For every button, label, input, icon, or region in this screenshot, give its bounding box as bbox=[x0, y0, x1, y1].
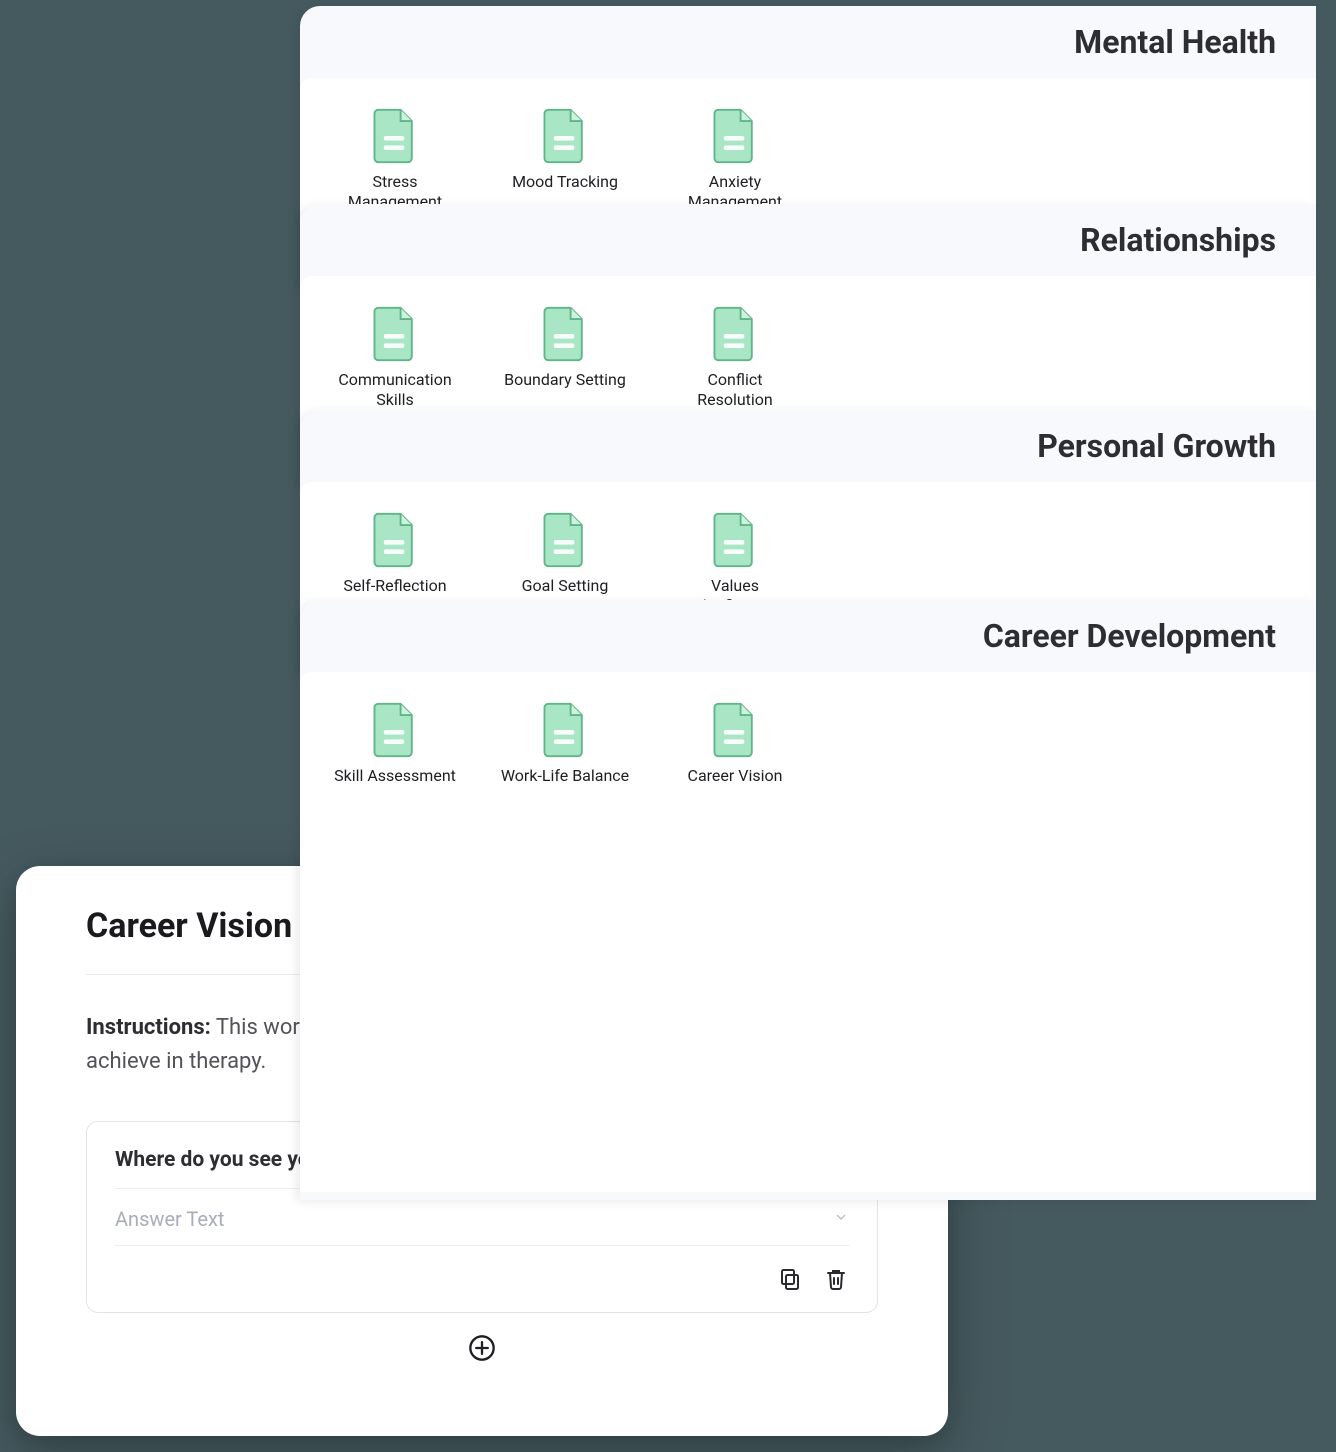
trash-icon bbox=[824, 1267, 848, 1291]
question-actions bbox=[115, 1246, 849, 1292]
file-item[interactable]: Work-Life Balance bbox=[500, 702, 630, 1162]
file-item[interactable]: Mood Tracking bbox=[500, 108, 630, 212]
category-tab[interactable]: Mental Health bbox=[994, 6, 1316, 78]
category-title: Career Development bbox=[983, 617, 1276, 655]
file-item[interactable]: Skill Assessment bbox=[330, 702, 460, 1162]
worksheet-file-icon bbox=[542, 306, 588, 362]
file-label: Boundary Setting bbox=[504, 370, 626, 390]
worksheet-file-icon bbox=[372, 108, 418, 164]
file-label: Skill Assessment bbox=[334, 766, 456, 786]
worksheet-file-icon bbox=[712, 306, 758, 362]
worksheet-file-icon bbox=[712, 108, 758, 164]
file-item[interactable]: Communication Skills bbox=[330, 306, 460, 410]
file-item[interactable]: Anxiety Management bbox=[670, 108, 800, 212]
file-label: Conflict Resolution bbox=[670, 370, 800, 410]
worksheet-file-icon bbox=[542, 702, 588, 758]
file-label: Goal Setting bbox=[522, 576, 609, 596]
instructions-label: Instructions: bbox=[86, 1015, 211, 1040]
worksheet-file-icon bbox=[372, 702, 418, 758]
file-item[interactable]: Boundary Setting bbox=[500, 306, 630, 410]
worksheet-file-icon bbox=[372, 512, 418, 568]
category-tab[interactable]: Personal Growth bbox=[957, 410, 1316, 482]
add-question-row bbox=[86, 1333, 878, 1363]
category-tab[interactable]: Relationships bbox=[1000, 204, 1316, 276]
file-item[interactable]: Stress Management bbox=[330, 108, 460, 212]
file-label: Self-Reflection bbox=[343, 576, 446, 596]
category-tab[interactable]: Career Development bbox=[903, 600, 1316, 672]
worksheet-file-icon bbox=[712, 512, 758, 568]
file-row: Skill Assessment Work-Life Balance Caree… bbox=[300, 672, 1316, 1192]
file-label: Work-Life Balance bbox=[501, 766, 629, 786]
file-label: Communication Skills bbox=[330, 370, 460, 410]
worksheet-file-icon bbox=[542, 108, 588, 164]
copy-icon bbox=[778, 1267, 802, 1291]
file-label: Career Vision bbox=[688, 766, 783, 786]
category-title: Mental Health bbox=[1074, 23, 1276, 61]
duplicate-button[interactable] bbox=[777, 1266, 803, 1292]
worksheet-file-icon bbox=[712, 702, 758, 758]
category-folder-career-development: Career Development Skill Assessment Work… bbox=[300, 600, 1316, 1200]
file-item[interactable]: Career Vision bbox=[670, 702, 800, 1162]
add-question-button[interactable] bbox=[467, 1333, 497, 1363]
worksheet-file-icon bbox=[372, 306, 418, 362]
category-title: Relationships bbox=[1080, 221, 1276, 259]
chevron-down-icon bbox=[833, 1209, 849, 1229]
file-item[interactable]: Conflict Resolution bbox=[670, 306, 800, 410]
file-label: Mood Tracking bbox=[512, 172, 618, 192]
delete-button[interactable] bbox=[823, 1266, 849, 1292]
category-title: Personal Growth bbox=[1037, 427, 1276, 465]
answer-placeholder: Answer Text bbox=[115, 1207, 224, 1231]
worksheet-file-icon bbox=[542, 512, 588, 568]
plus-circle-icon bbox=[468, 1334, 496, 1362]
